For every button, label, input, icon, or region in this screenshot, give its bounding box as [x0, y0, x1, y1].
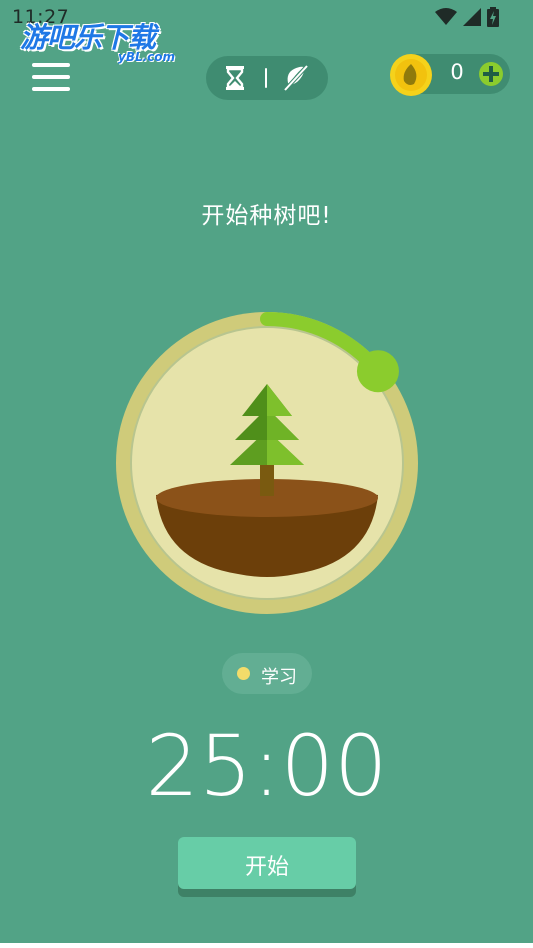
no-phone-icon — [283, 64, 309, 92]
start-button-label: 开始 — [244, 855, 289, 880]
add-coins-button[interactable] — [478, 61, 504, 87]
gold-coin-seed-icon — [390, 54, 432, 96]
tree-selector[interactable] — [116, 312, 418, 614]
deep-focus-mode-button[interactable] — [280, 63, 312, 93]
wifi-icon — [435, 8, 457, 25]
headline: 开始种树吧! — [201, 203, 332, 229]
status-icons — [435, 6, 499, 28]
watermark-subtitle: yBL.com — [118, 50, 176, 64]
tag-label: 学习 — [261, 667, 297, 688]
hamburger-menu-icon — [32, 63, 70, 67]
coin-button[interactable] — [389, 52, 437, 98]
coin-count: 0 — [450, 60, 464, 84]
hamburger-line — [32, 87, 70, 91]
signal-icon — [463, 8, 481, 26]
hourglass-icon — [226, 66, 244, 90]
battery-charging-icon — [487, 7, 499, 27]
countdown-timer[interactable]: 25:00 — [0, 718, 533, 814]
timer-mode-button[interactable] — [220, 64, 250, 92]
menu-button[interactable] — [32, 60, 72, 94]
focus-tag-button[interactable]: 学习 — [222, 653, 312, 694]
bottom-edge — [0, 943, 533, 948]
mode-toggle — [206, 56, 328, 100]
progress-ring — [116, 312, 418, 614]
progress-handle[interactable] — [356, 350, 399, 393]
tag-color-dot — [237, 667, 250, 680]
plus-circle-icon — [479, 62, 503, 86]
start-button[interactable]: 开始 — [178, 837, 356, 889]
mode-divider — [265, 68, 267, 88]
hamburger-line — [32, 75, 70, 79]
